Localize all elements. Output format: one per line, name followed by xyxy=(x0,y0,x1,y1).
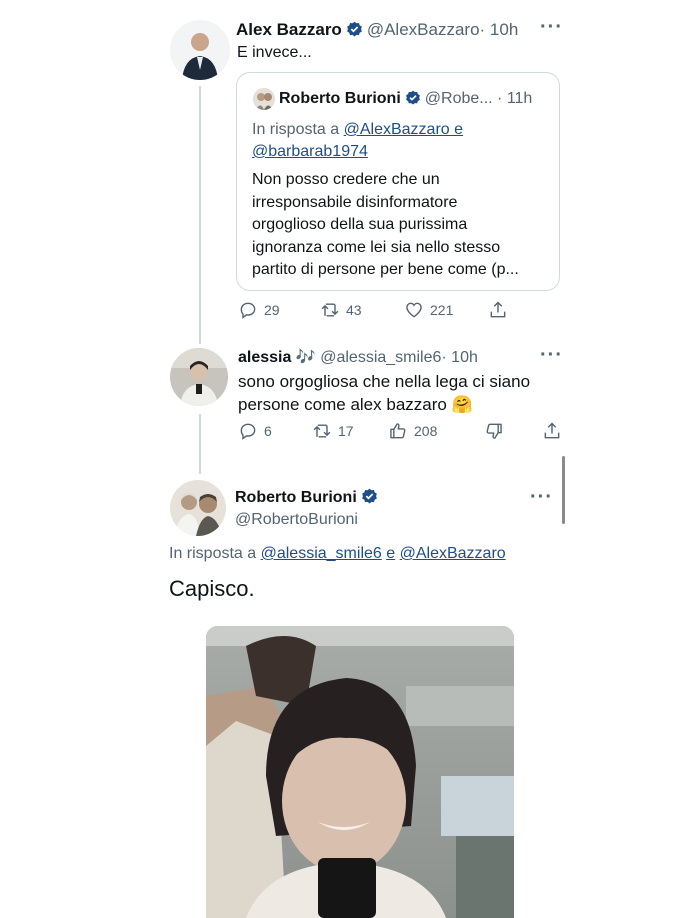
quote-body: Non posso credere che un irresponsabile … xyxy=(252,169,557,282)
quote-avatar-icon xyxy=(253,88,275,110)
avatar-person-icon xyxy=(170,480,226,536)
tweet3-reply-prefix: In risposta a xyxy=(169,545,257,562)
tweet3-text: Capisco. xyxy=(169,576,255,601)
quote-line: irresponsabile disinformatore xyxy=(252,193,458,211)
tweet2-time: · 10h xyxy=(441,349,478,366)
tweet3-reply-link-1[interactable]: @alessia_smile6 xyxy=(261,545,382,562)
quote-reply-info: In risposta a @AlexBazzaro e @barbarab19… xyxy=(252,119,552,163)
avatar-alessia[interactable] xyxy=(170,348,228,406)
reply-icon xyxy=(240,423,256,440)
tweet3-reply-link-2[interactable]: @AlexBazzaro xyxy=(400,545,506,562)
tweet2-more-icon[interactable]: ··· xyxy=(540,345,563,365)
music-notes-icon: 🎶 xyxy=(295,349,316,366)
tweet1-actions: 29 43 221 xyxy=(238,300,508,320)
tweet2-actions: 6 17 208 xyxy=(238,421,562,441)
tweet2-line: persone come alex bazzaro 🤗 xyxy=(238,395,473,414)
share-button[interactable] xyxy=(488,300,508,320)
retweet-icon xyxy=(313,424,331,438)
reply-count: 29 xyxy=(264,302,280,318)
quote-author-name: Roberto Burioni xyxy=(279,90,401,107)
quote-header: Roberto Burioni @Robe... · 11h xyxy=(279,89,532,109)
dislike-button[interactable] xyxy=(484,421,542,441)
tweet2-line: sono orgogliosa che nella lega ci siano xyxy=(238,372,531,391)
quote-time: · 11h xyxy=(497,90,533,107)
quote-line: Non posso credere che un xyxy=(252,171,440,188)
quoted-tweet-card[interactable]: Roberto Burioni @Robe... · 11h In rispost… xyxy=(236,72,560,291)
share-button[interactable] xyxy=(542,421,562,441)
quote-reply-link-1[interactable]: @AlexBazzaro e xyxy=(344,121,463,138)
like-count: 221 xyxy=(430,302,454,318)
scrollbar[interactable] xyxy=(562,456,565,524)
retweet-count: 43 xyxy=(346,302,362,318)
selfie-photo-image xyxy=(206,626,514,918)
tweet2-handle[interactable]: @alessia_smile6 xyxy=(320,349,441,366)
reply-icon xyxy=(240,302,256,319)
like-button[interactable]: 221 xyxy=(404,300,488,320)
tweet3-reply-and: e xyxy=(386,545,396,562)
thread-line xyxy=(199,414,201,474)
tweet1-text: E invece... xyxy=(237,44,312,61)
quote-handle: @Robe... xyxy=(424,90,493,107)
tweet1-more-icon[interactable]: ··· xyxy=(540,17,563,37)
like-button[interactable]: 208 xyxy=(388,421,484,441)
tweet3-handle[interactable]: @RobertoBurioni xyxy=(235,510,382,530)
thumbs-up-icon xyxy=(390,423,406,439)
reply-count: 6 xyxy=(264,423,272,439)
tweet3-more-icon[interactable]: ··· xyxy=(530,487,553,507)
tweet1-author-name[interactable]: Alex Bazzaro xyxy=(236,20,342,39)
tweet2-header: alessia 🎶 @alessia_smile6· 10h xyxy=(238,348,478,368)
tweet3-author-block: Roberto Burioni @RobertoBurioni xyxy=(235,488,382,530)
thumbs-down-icon xyxy=(486,423,502,439)
tweet2-body: sono orgogliosa che nella lega ci siano … xyxy=(238,370,558,416)
tweet3-author-name[interactable]: Roberto Burioni xyxy=(235,489,357,506)
tweet3-photo[interactable] xyxy=(206,626,514,918)
avatar-alex-bazzaro[interactable] xyxy=(170,20,230,80)
avatar-roberto-burioni[interactable] xyxy=(170,480,226,536)
tweet1-handle[interactable]: @AlexBazzaro xyxy=(367,20,480,39)
verified-badge-icon xyxy=(361,488,377,504)
reply-button[interactable]: 29 xyxy=(238,300,320,320)
verified-badge-icon xyxy=(346,21,362,37)
retweet-count: 17 xyxy=(338,423,354,439)
share-icon xyxy=(544,422,560,439)
quote-line: partito di persone per bene come (p... xyxy=(252,261,519,278)
tweet3-reply-info: In risposta a @alessia_smile6 e @AlexBaz… xyxy=(169,544,506,564)
quote-line: ignoranza come lei sia nello stesso xyxy=(252,238,501,256)
tweet2-author-name[interactable]: alessia xyxy=(238,349,291,366)
quote-avatar xyxy=(253,88,275,110)
retweet-button[interactable]: 17 xyxy=(312,421,388,441)
thread-line xyxy=(199,86,201,344)
quote-reply-prefix: In risposta a xyxy=(252,121,340,138)
retweet-icon xyxy=(321,303,339,317)
reply-button[interactable]: 6 xyxy=(238,421,312,441)
like-count: 208 xyxy=(414,423,438,439)
avatar-person-icon xyxy=(170,20,230,80)
verified-badge-icon xyxy=(405,90,420,105)
tweet1-time: · 10h xyxy=(479,20,519,39)
avatar-person-icon xyxy=(170,348,228,406)
retweet-button[interactable]: 43 xyxy=(320,300,404,320)
share-icon xyxy=(490,301,506,318)
heart-icon xyxy=(406,302,422,318)
tweet1-header: Alex Bazzaro @AlexBazzaro· 10h xyxy=(236,20,518,40)
quote-reply-link-2[interactable]: @barbarab1974 xyxy=(252,143,368,160)
quote-line: orgoglioso della sua purissima xyxy=(252,216,468,233)
